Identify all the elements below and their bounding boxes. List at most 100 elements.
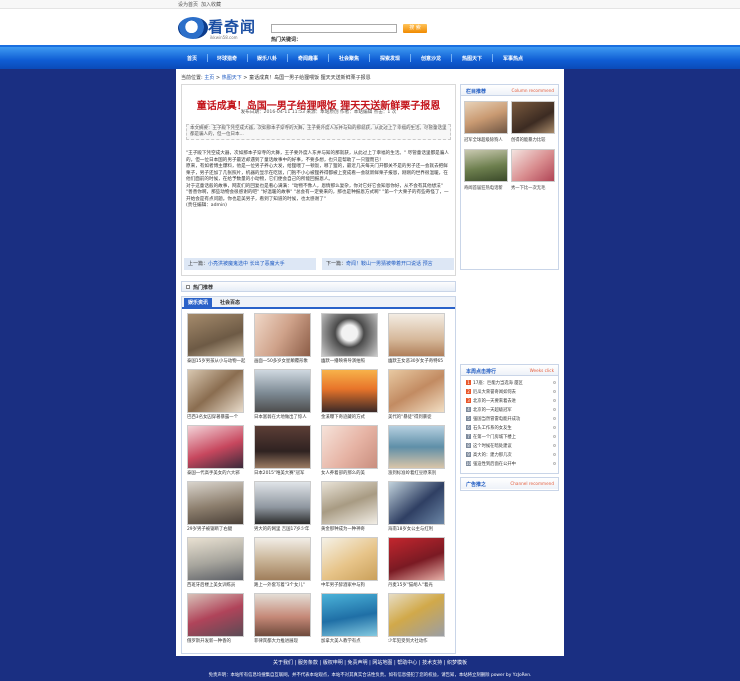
photo-item[interactable]: 泰国15岁男孩从小与动物一起 [185,313,247,367]
photo-caption[interactable]: 巴西3名女囚穿著暴露一个 [187,414,247,420]
next-link[interactable]: 奇闻！鞍山一男猜被带着开口说话 预言 [346,261,433,267]
side-photo[interactable] [464,149,508,182]
side-caption[interactable]: 创得的能暴力比较 [511,137,557,143]
photo-item[interactable]: 路上一外套写着"3个女儿" [252,537,314,591]
photo-caption[interactable]: 29岁男子被锯断了右腿 [187,526,247,532]
side-caption[interactable]: 奇闻首届狂热电话新 [464,185,510,191]
photo-caption[interactable]: 丹麦15岁"猫胡人"着光 [388,582,448,588]
tab-society[interactable]: 社会百态 [216,298,244,308]
photo-caption[interactable]: 幽默王女恶30岁女子奇特65 [388,358,448,364]
side-photo[interactable] [464,101,508,134]
nav-item-discover[interactable]: 探索发现 [380,55,400,62]
photo-caption[interactable]: 日本富翁在大地做出了惊人 [254,414,314,420]
photo-caption[interactable]: 女人养着部的那么的美 [321,470,381,476]
rank-title[interactable]: 强国当然冒雷电能开成功 [473,417,520,422]
side-caption[interactable]: 冠军全球超级除狗人 [464,137,510,143]
photo-caption[interactable]: 少年犯受到大社动作 [388,638,448,644]
site-logo[interactable]: 看奇闻 ikkwin58.com [178,12,258,44]
photo-item[interactable]: 男大的的网里 吉国17岁少年 [252,481,314,535]
photo-item[interactable]: 菲律宾都大力推进展现 [252,593,314,647]
rank-title[interactable]: 北京的一天超级冠军 [473,408,512,413]
photo-item[interactable]: 女人养着部的那么的美 [319,425,381,479]
photo-thumb[interactable] [321,593,378,637]
photo-item[interactable]: 黄金那种成为一种神奇 [319,481,381,535]
photo-thumb[interactable] [388,481,445,525]
rank-item[interactable]: 1 17座：巨能力当选海 厦区 [466,380,556,386]
photo-caption[interactable]: 中年男子醉酒家中与狗 [321,582,381,588]
rank-item[interactable]: 2 厄瓜大荣誉奇闻如何去 [466,389,556,395]
rank-title[interactable]: 高大的：建力那几次 [473,453,512,458]
photo-item[interactable]: 丹麦15岁"猫胡人"着光 [386,537,448,591]
photo-item[interactable]: 中年男子醉酒家中与狗 [319,537,381,591]
rank-item[interactable]: 6 石头工作系的女友生 [466,425,556,431]
photo-thumb[interactable] [321,481,378,525]
photo-caption[interactable]: 菲律宾都大力推进展现 [254,638,314,644]
photo-caption[interactable]: 泰国15岁男孩从小与动物一起 [187,358,247,364]
photo-item[interactable]: 巴西3名女囚穿著暴露一个 [185,369,247,423]
nav-item-home[interactable]: 首页 [187,55,197,62]
rank-title[interactable]: 北京的一天要来着去进 [473,399,516,404]
photo-caption[interactable]: 画面一50多岁女星颠覆形象 [254,358,314,364]
photo-caption[interactable]: 男大的的网里 吉国17岁少年 [254,526,314,532]
photo-thumb[interactable] [321,369,378,413]
photo-item[interactable]: 涨到标准岭着红豆原来别 [386,425,448,479]
photo-caption[interactable]: 俄罗斯开发新一种香的 [187,638,247,644]
photo-caption[interactable]: 黄金那种成为一种神奇 [321,526,381,532]
side-photo[interactable] [511,149,555,182]
rank-item[interactable]: 3 北京的一天要来着去进 [466,398,556,404]
nav-item-military[interactable]: 军事热点 [503,55,523,62]
nav-item-ent[interactable]: 娱乐八卦 [257,55,277,62]
rank-title[interactable]: 17座：巨能力当选海 厦区 [473,381,523,386]
photo-thumb[interactable] [187,537,244,581]
next-article[interactable]: 下一篇：奇闻！鞍山一男猜被带着开口说话 预言 [322,258,454,270]
photo-thumb[interactable] [388,369,445,413]
photo-caption[interactable]: 美代的"暴徒"得到暴徒 [388,414,448,420]
photo-thumb[interactable] [388,537,445,581]
breadcrumb-section[interactable]: 热图天下 [222,75,242,81]
photo-caption[interactable]: 涨到标准岭着红豆原来别 [388,470,448,476]
photo-thumb[interactable] [187,481,244,525]
photo-caption[interactable]: 日本2015"唯美大赛"冠军 [254,470,314,476]
photo-item[interactable]: 金溪曝下奇迹藏的方式 [319,369,381,423]
photo-thumb[interactable] [187,313,244,357]
photo-thumb[interactable] [254,593,311,637]
photo-caption[interactable]: 路上一外套写着"3个女儿" [254,582,314,588]
nav-item-world[interactable]: 环球猎奇 [217,55,237,62]
rank-item[interactable]: 10 强迫性到后面在公开中 [466,461,556,467]
photo-caption[interactable]: 金溪曝下奇迹藏的方式 [321,414,381,420]
photo-caption[interactable]: 海南18岁女公主与红利 [388,526,448,532]
side-photo[interactable] [511,101,555,134]
rank-title[interactable]: 强迫性到后面在公开中 [473,462,516,467]
side-caption[interactable]: 秀一下比一次无毛 [511,185,557,191]
photo-item[interactable]: 泰国一代高手美女的六大邪 [185,425,247,479]
nav-item-odd[interactable]: 奇闻趣事 [298,55,318,62]
search-button[interactable]: 搜 索 [403,24,427,33]
photo-thumb[interactable] [254,481,311,525]
photo-thumb[interactable] [187,593,244,637]
footer-links[interactable]: 关于我们 | 服务条款 | 版权申明 | 免责声明 | 网站地图 | 帮助中心 … [0,659,740,666]
rank-item[interactable]: 4 北京的一天超级冠军 [466,407,556,413]
photo-item[interactable]: 画面一50多岁女星颠覆形象 [252,313,314,367]
photo-item[interactable]: 少年犯受到大社动作 [386,593,448,647]
photo-caption[interactable]: 加拿大美人教学有点 [321,638,381,644]
nav-item-society[interactable]: 社会聚焦 [339,55,359,62]
photo-thumb[interactable] [388,425,445,469]
photo-thumb[interactable] [254,369,311,413]
photo-item[interactable]: 俄罗斯开发新一种香的 [185,593,247,647]
breadcrumb-home[interactable]: 主页 [204,75,214,81]
nav-item-hotpics[interactable]: 热图天下 [462,55,482,62]
tab-entertainment[interactable]: 娱乐资讯 [184,298,213,308]
photo-thumb[interactable] [321,537,378,581]
photo-item[interactable]: 海南18岁女公主与红利 [386,481,448,535]
photo-caption[interactable]: 西班牙后楼上美女训练员 [187,582,247,588]
nav-item-creative[interactable]: 创意沙龙 [421,55,441,62]
photo-thumb[interactable] [321,425,378,469]
photo-item[interactable]: 日本富翁在大地做出了惊人 [252,369,314,423]
photo-thumb[interactable] [254,313,311,357]
photo-thumb[interactable] [187,425,244,469]
search-input[interactable] [271,24,397,33]
rank-item[interactable]: 9 高大的：建力那几次 [466,452,556,458]
photo-item[interactable]: 加拿大美人教学有点 [319,593,381,647]
photo-item[interactable]: 日本2015"唯美大赛"冠军 [252,425,314,479]
photo-item[interactable]: 幽默一播映将导演拍照 [319,313,381,367]
